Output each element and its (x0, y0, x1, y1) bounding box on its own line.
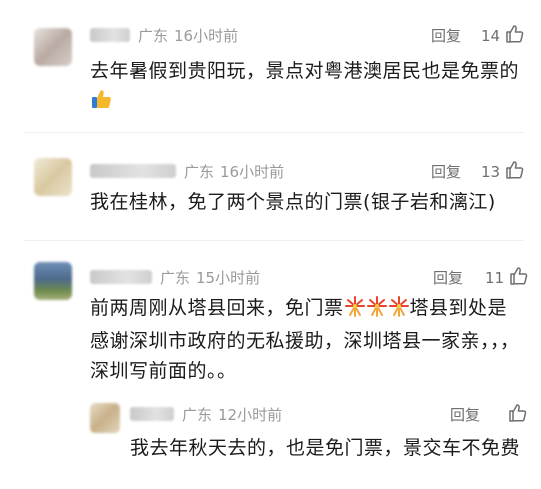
reply-button[interactable]: 回复 (431, 25, 461, 46)
avatar[interactable] (34, 262, 72, 300)
thumbs-up-icon (90, 88, 112, 119)
comment-text: 去年暑假到贵阳玩，景点对粤港澳居民也是免票的 (90, 56, 520, 119)
reply-text: 我去年秋天去的，也是免门票，景交车不免费 (130, 437, 521, 459)
comment-location: 广东 (184, 162, 215, 181)
reply-avatar[interactable] (90, 403, 120, 433)
like-button[interactable]: 13 (481, 160, 524, 184)
thumbs-up-outline-icon (500, 160, 524, 184)
username-redacted[interactable] (90, 164, 176, 178)
thumbs-up-outline-icon (504, 266, 528, 290)
comment-text-content: 去年暑假到贵阳玩，景点对粤港澳居民也是免票的 (90, 60, 520, 82)
comment-text: 我在桂林，免了两个景点的门票(银子岩和漓江) (90, 191, 496, 213)
comment-text-part1: 前两周刚从塔县回来，免门票 (90, 297, 344, 319)
reply-button[interactable]: 回复 (431, 161, 461, 182)
like-count: 11 (485, 269, 505, 287)
like-count: 14 (481, 27, 501, 45)
username-redacted[interactable] (90, 270, 152, 284)
username-redacted[interactable] (90, 28, 130, 42)
comment-time: 15小时前 (196, 268, 261, 287)
thumbs-up-outline-icon (503, 403, 527, 427)
thumbs-up-outline-icon (500, 24, 524, 48)
comment-time: 16小时前 (174, 26, 239, 45)
reply-button[interactable]: 回复 (450, 404, 480, 425)
comment-location: 广东 (138, 26, 169, 45)
reply-button[interactable]: 回复 (433, 267, 463, 288)
like-button[interactable]: 14 (481, 24, 524, 48)
comment-text: 前两周刚从塔县回来，免门票 塔县到处是感谢深圳市政府的无私援助，深圳塔县一家亲，，… (90, 293, 520, 386)
divider (24, 132, 524, 133)
comment-meta: 广东 15小时前 (90, 266, 260, 288)
comment-location: 广东 (160, 268, 191, 287)
avatar[interactable] (34, 158, 72, 196)
username-redacted[interactable] (130, 407, 174, 421)
reply-time: 12小时前 (218, 405, 283, 424)
divider (24, 240, 524, 241)
like-count: 13 (481, 163, 501, 181)
like-button[interactable] (503, 403, 527, 427)
comment-meta: 广东 16小时前 (90, 24, 238, 46)
comment-meta: 广东 16小时前 (90, 160, 284, 182)
like-button[interactable]: 11 (485, 266, 528, 290)
fireworks-icon (388, 295, 410, 326)
fireworks-icon (344, 295, 366, 326)
fireworks-icon (366, 295, 388, 326)
comment-time: 16小时前 (220, 162, 285, 181)
reply-location: 广东 (182, 405, 213, 424)
avatar[interactable] (34, 28, 72, 66)
reply-meta: 广东 12小时前 (130, 403, 282, 425)
